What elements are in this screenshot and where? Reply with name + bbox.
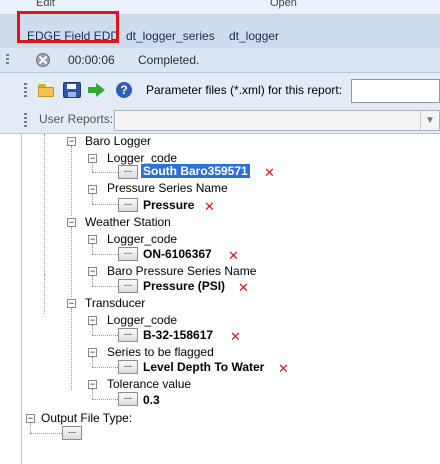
user-reports-row: User Reports: ▼ xyxy=(0,107,440,134)
tree-line xyxy=(44,134,45,274)
toolbar: ? Parameter files (*.xml) for this repor… xyxy=(0,73,440,107)
parameter-tree: − Baro Logger − Logger_code ... South Ba… xyxy=(21,134,440,464)
value-tolerance[interactable]: 0.3 xyxy=(143,393,160,407)
tree-line xyxy=(71,308,72,390)
edit-value-button[interactable]: ... xyxy=(118,328,138,342)
tree-line xyxy=(92,325,93,335)
ribbon-group-bar: Edit Open xyxy=(0,0,440,15)
tree-line xyxy=(92,367,118,368)
tree-line xyxy=(44,274,45,314)
status-elapsed-time: 00:00:06 xyxy=(68,53,115,67)
tree-line xyxy=(92,389,93,399)
open-folder-icon[interactable] xyxy=(38,82,56,98)
edit-value-button[interactable]: ... xyxy=(118,279,138,293)
status-message: Completed. xyxy=(138,53,200,67)
tree-line xyxy=(92,204,118,205)
collapse-toggle[interactable]: − xyxy=(88,154,97,163)
help-icon[interactable]: ? xyxy=(116,82,132,98)
save-icon[interactable] xyxy=(63,82,81,98)
field-tolerance-label: Tolerance value xyxy=(107,377,192,391)
value-weather-logger-code[interactable]: ON-6106367 xyxy=(143,247,212,261)
parameter-files-label: Parameter files (*.xml) for this report: xyxy=(146,83,343,97)
value-baro-logger-code[interactable]: South Baro359571 xyxy=(141,164,250,178)
chevron-down-icon[interactable]: ▼ xyxy=(420,111,439,130)
collapse-toggle[interactable]: − xyxy=(67,299,76,308)
tree-line xyxy=(92,163,93,172)
output-file-type-label: Output File Type: xyxy=(41,411,133,425)
tab-dt-logger-series[interactable]: dt_logger_series xyxy=(126,29,215,43)
delete-x-icon[interactable]: ✕ xyxy=(228,249,240,262)
tree-line xyxy=(92,244,93,254)
tree-line xyxy=(71,227,72,297)
value-transducer-logger-code[interactable]: B-32-158617 xyxy=(143,328,213,342)
ribbon-group-edit: Edit xyxy=(36,0,55,9)
value-pressure-series[interactable]: Pressure xyxy=(143,198,194,212)
group-transducer: Transducer xyxy=(85,296,146,310)
value-baro-pressure-series[interactable]: Pressure (PSI) xyxy=(143,279,225,293)
edit-value-button[interactable]: ... xyxy=(118,392,138,406)
status-bar: 00:00:06 Completed. xyxy=(0,48,440,73)
edit-value-button[interactable]: ... xyxy=(118,360,138,374)
toolbar-grip xyxy=(24,83,27,99)
tree-line xyxy=(92,399,118,400)
delete-x-icon[interactable]: ✕ xyxy=(230,330,242,343)
tree-line xyxy=(71,146,72,216)
tab-edge-field-edd[interactable]: EDGE Field EDD xyxy=(27,29,119,43)
tree-line xyxy=(30,423,31,433)
user-reports-label: User Reports: xyxy=(39,112,114,126)
field-logger-code-label: Logger_code xyxy=(107,151,178,165)
tab-dt-logger[interactable]: dt_logger xyxy=(229,29,279,43)
group-weather-station: Weather Station xyxy=(85,215,171,229)
run-arrow-icon[interactable] xyxy=(88,82,106,98)
tree-line xyxy=(92,357,93,367)
tree-line xyxy=(92,194,93,204)
field-logger-code-label: Logger_code xyxy=(107,232,178,246)
field-baro-pressure-series-label: Baro Pressure Series Name xyxy=(107,264,257,278)
edit-value-button[interactable]: ... xyxy=(118,165,138,179)
delete-x-icon[interactable]: ✕ xyxy=(278,362,290,375)
collapse-toggle[interactable]: − xyxy=(67,137,76,146)
tree-line xyxy=(92,276,93,286)
delete-x-icon[interactable]: ✕ xyxy=(238,281,250,294)
tree-line xyxy=(92,254,118,255)
tree-line xyxy=(30,433,62,434)
collapse-toggle[interactable]: − xyxy=(88,185,97,194)
collapse-toggle[interactable]: − xyxy=(88,348,97,357)
collapse-toggle[interactable]: − xyxy=(88,316,97,325)
field-pressure-series-label: Pressure Series Name xyxy=(107,181,228,195)
reports-grip xyxy=(24,113,27,127)
field-series-flagged-label: Series to be flagged xyxy=(107,345,214,359)
collapse-toggle[interactable]: − xyxy=(88,235,97,244)
parameter-files-input[interactable] xyxy=(351,79,440,103)
stop-icon[interactable] xyxy=(36,53,50,67)
group-baro-logger: Baro Logger xyxy=(85,134,152,148)
ribbon-group-open: Open xyxy=(270,0,297,9)
delete-x-icon[interactable]: ✕ xyxy=(204,200,216,213)
status-grip xyxy=(6,54,9,66)
edit-value-button[interactable]: ... xyxy=(62,426,82,440)
collapse-toggle[interactable]: − xyxy=(67,218,76,227)
value-series-flagged[interactable]: Level Depth To Water xyxy=(143,360,264,374)
delete-x-icon[interactable]: ✕ xyxy=(264,166,276,179)
field-logger-code-label: Logger_code xyxy=(107,313,178,327)
tab-strip: EDGE Field EDD dt_logger_series dt_logge… xyxy=(0,15,440,48)
collapse-toggle[interactable]: − xyxy=(88,267,97,276)
edit-value-button[interactable]: ... xyxy=(118,198,138,212)
collapse-toggle[interactable]: − xyxy=(88,380,97,389)
tree-line xyxy=(92,286,118,287)
tree-line xyxy=(92,335,118,336)
tree-line xyxy=(92,172,118,173)
user-reports-dropdown[interactable]: ▼ xyxy=(114,110,440,131)
edit-value-button[interactable]: ... xyxy=(118,247,138,261)
